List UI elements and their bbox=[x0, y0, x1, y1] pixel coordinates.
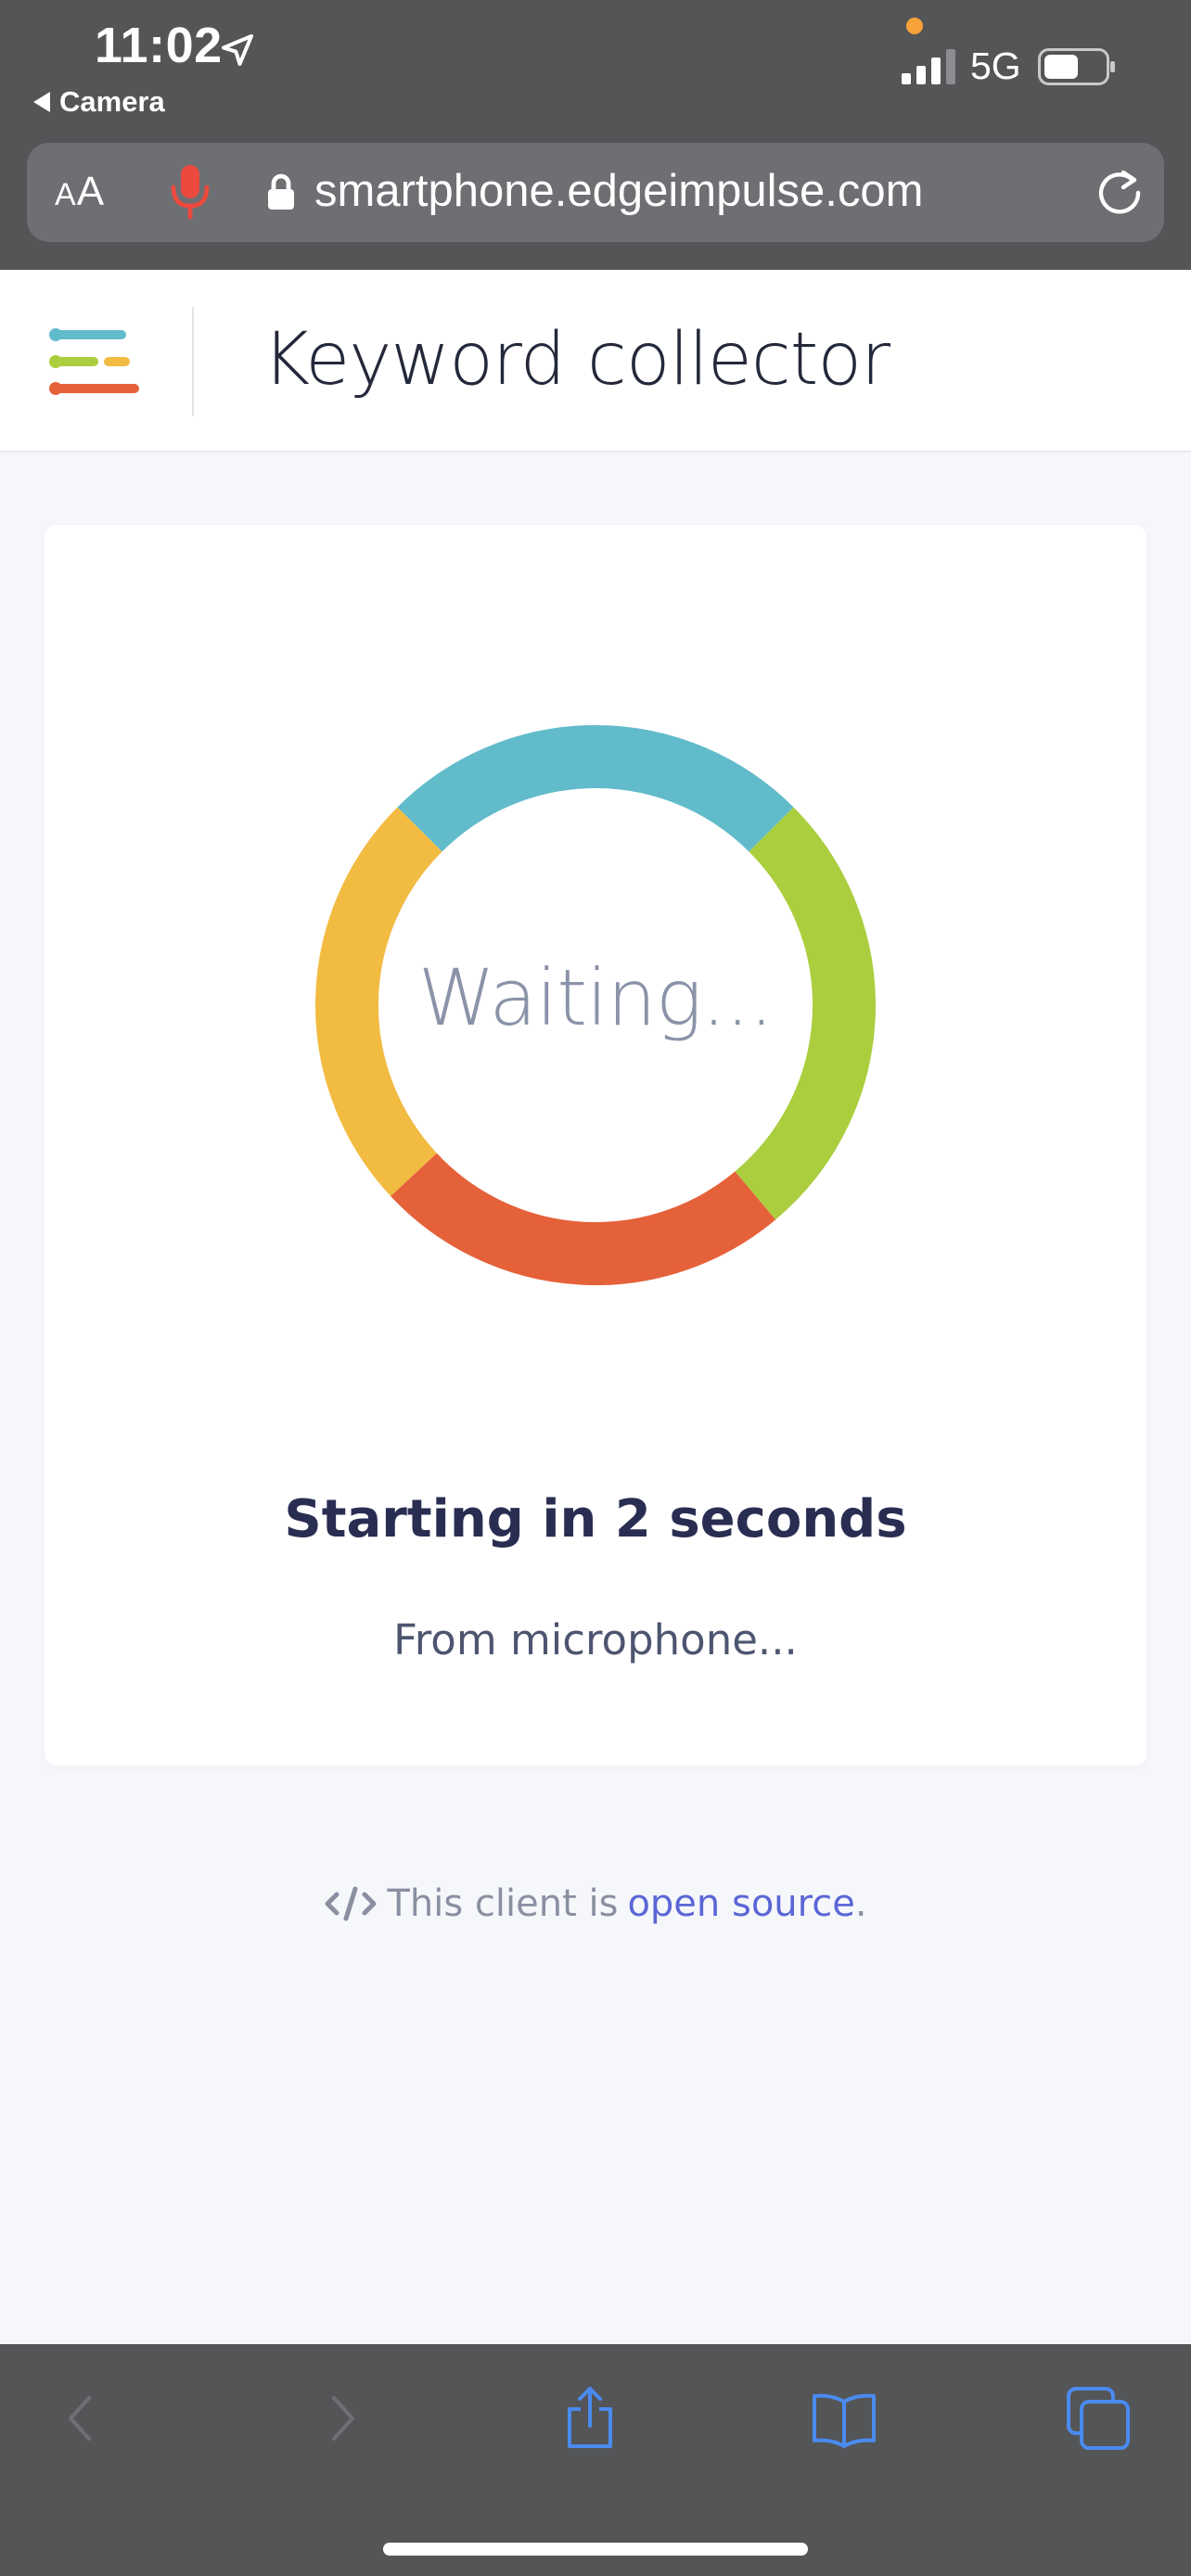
reload-icon[interactable] bbox=[1094, 167, 1146, 219]
share-icon[interactable] bbox=[555, 2383, 625, 2454]
ring-segment-bottom bbox=[391, 1153, 776, 1285]
back-chevron-icon[interactable] bbox=[46, 2383, 117, 2454]
back-triangle-icon bbox=[33, 92, 50, 112]
page-title: Keyword collector bbox=[263, 318, 890, 402]
browser-bottom-toolbar bbox=[0, 2344, 1191, 2576]
edge-impulse-logo-icon[interactable] bbox=[48, 327, 145, 396]
countdown-heading: Starting in 2 seconds bbox=[284, 1489, 907, 1549]
text-size-button[interactable]: AA bbox=[55, 169, 105, 215]
open-source-suffix: . bbox=[854, 1882, 867, 1925]
code-icon bbox=[325, 1886, 377, 1921]
url-text: smartphone.edgeimpulse.com bbox=[314, 166, 924, 216]
forward-chevron-icon[interactable] bbox=[306, 2383, 377, 2454]
battery-icon bbox=[1038, 48, 1115, 85]
location-arrow-icon bbox=[222, 34, 253, 66]
input-source-label: From microphone... bbox=[393, 1615, 798, 1664]
lock-icon bbox=[268, 173, 294, 210]
header-divider bbox=[192, 307, 194, 416]
app-header: Keyword collector bbox=[0, 270, 1191, 453]
status-time: 11:02 bbox=[95, 18, 223, 73]
ring-status-label: Waiting... bbox=[417, 952, 775, 1043]
page: 11:02 Camera 5G AA smartphone.edgeimpuls… bbox=[0, 0, 1191, 2576]
recording-card: Waiting... Starting in 2 seconds From mi… bbox=[45, 525, 1146, 1766]
open-source-link[interactable]: open source bbox=[627, 1882, 854, 1925]
microphone-in-use-indicator bbox=[906, 18, 923, 34]
home-indicator bbox=[383, 2543, 808, 2556]
bookmarks-icon[interactable] bbox=[809, 2383, 879, 2454]
cellular-signal-icon bbox=[902, 49, 955, 84]
address-bar[interactable]: AA smartphone.edgeimpulse.com bbox=[27, 143, 1164, 242]
browser-top-chrome: 11:02 Camera 5G AA smartphone.edgeimpuls… bbox=[0, 0, 1191, 270]
ring-segment-top bbox=[397, 725, 794, 852]
network-type: 5G bbox=[970, 45, 1021, 87]
microphone-icon bbox=[171, 165, 210, 220]
back-app-label: Camera bbox=[59, 85, 165, 118]
back-to-app-button[interactable]: Camera bbox=[33, 85, 165, 119]
open-source-prefix: This client is bbox=[387, 1882, 619, 1925]
tabs-icon[interactable] bbox=[1063, 2383, 1133, 2454]
open-source-note: This client is open source. bbox=[0, 1882, 1191, 1925]
